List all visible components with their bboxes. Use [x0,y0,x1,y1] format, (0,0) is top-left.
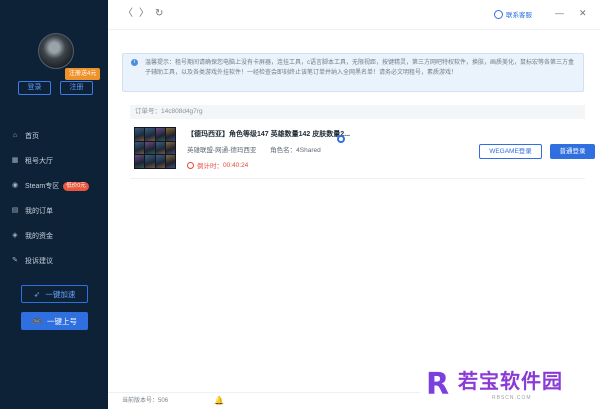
back-icon[interactable]: 〈 [123,8,133,20]
countdown: 倒计时： 00:40:24 [187,160,248,170]
steam-icon: ◉ [11,182,19,189]
order-number: 14c808d4g7rg [161,108,203,115]
quick-speed-button[interactable]: ➶ 一键加速 [21,285,88,303]
sidebar-item-label: Steam专区 [25,183,60,190]
sidebar: 注册送4元 登录 注册 ⌂ 首页 ▦ 租号大厅 ◉ Steam专区 低价0元 ▤… [0,0,108,409]
order-region: 英雄联盟-网通-德玛西亚 [187,147,257,154]
order-details: 英雄联盟-网通-德玛西亚 角色名：4Shared [187,144,321,154]
order-number-label: 订单号： [135,108,161,115]
headset-icon [494,9,503,19]
version-number: 506 [158,398,169,404]
sidebar-item-steam[interactable]: ◉ Steam专区 低价0元 [11,179,89,193]
close-icon[interactable]: ✕ [579,8,587,19]
feedback-icon: ✎ [12,257,18,264]
info-icon: i [131,59,138,66]
refresh-icon[interactable]: ↻ [155,8,163,20]
game-thumbnail [134,127,176,169]
sidebar-item-label: 我的资金 [25,233,53,240]
login-button[interactable]: 登录 [18,81,51,95]
order-icon: ▤ [11,207,19,214]
order-card: 【德玛西亚】角色等级147 英雄数量142 皮肤数量2... 英雄联盟-网通-德… [130,122,595,179]
gamepad-icon: 🎮 [32,316,42,326]
grid-icon: ▦ [11,157,19,164]
countdown-label: 倒计时： [197,163,223,170]
sidebar-item-home[interactable]: ⌂ 首页 [11,129,39,143]
sidebar-item-label: 我的订单 [25,208,53,215]
wegame-login-button[interactable]: WEGAME登录 [479,144,542,159]
register-button[interactable]: 注册 [60,81,93,95]
forward-icon[interactable]: 〉 [139,8,149,20]
bell-icon[interactable]: 🔔 [214,396,224,406]
sidebar-item-rent-hall[interactable]: ▦ 租号大厅 [11,154,53,168]
clock-icon [187,161,194,169]
customer-service-label: 联系客服 [506,12,532,19]
order-title[interactable]: 【德玛西亚】角色等级147 英雄数量142 皮肤数量2... [187,129,350,139]
minimize-icon[interactable]: — [555,8,564,18]
mouse-cursor [337,135,345,143]
rocket-icon: ➶ [33,289,41,299]
quick-speed-label: 一键加速 [45,289,76,299]
sidebar-item-funds[interactable]: ◈ 我的资金 [11,229,53,243]
watermark-name: 若宝软件园 [458,371,563,393]
notice-banner: i 温馨提示：租号期间请确保您电脑上没有卡屏器，连挂工具，c语言脚本工具，无限视… [122,53,584,92]
register-promo-badge: 注册送4元 [65,68,101,80]
normal-login-button[interactable]: 普通登录 [550,144,595,159]
steam-promo-badge: 低价0元 [63,181,89,191]
countdown-value: 00:40:24 [223,161,249,169]
sidebar-item-orders[interactable]: ▤ 我的订单 [11,204,53,218]
notice-text: 温馨提示：租号期间请确保您电脑上没有卡屏器，连挂工具，c语言脚本工具，无限视距，… [145,60,575,76]
sidebar-item-label: 租号大厅 [25,158,53,165]
role-name: 4Shared [296,147,321,154]
title-bar: 〈 〉 ↻ 联系客服 — ✕ [108,0,600,30]
sidebar-item-label: 首页 [25,133,39,140]
role-name-label: 角色名： [270,147,297,154]
order-number-bar: 订单号：14c808d4g7rg [130,105,585,119]
watermark-letter: R [426,367,450,402]
quick-login-button[interactable]: 🎮 一键上号 [21,312,88,330]
sidebar-item-label: 投诉建议 [25,258,53,265]
sidebar-item-feedback[interactable]: ✎ 投诉建议 [11,254,53,268]
quick-login-label: 一键上号 [46,316,77,326]
watermark-logo: R 若宝软件园 RBSCN.COM [420,365,600,409]
home-icon: ⌂ [12,132,18,139]
wallet-icon: ◈ [12,232,18,239]
main-panel: 〈 〉 ↻ 联系客服 — ✕ i 温馨提示：租号期间请确保您电脑上没有卡屏器，连… [108,0,600,409]
avatar[interactable] [38,33,74,69]
customer-service-button[interactable]: 联系客服 [494,9,532,19]
version-label: 当前版本号： [122,398,159,404]
watermark-url: RBSCN.COM [492,395,532,401]
